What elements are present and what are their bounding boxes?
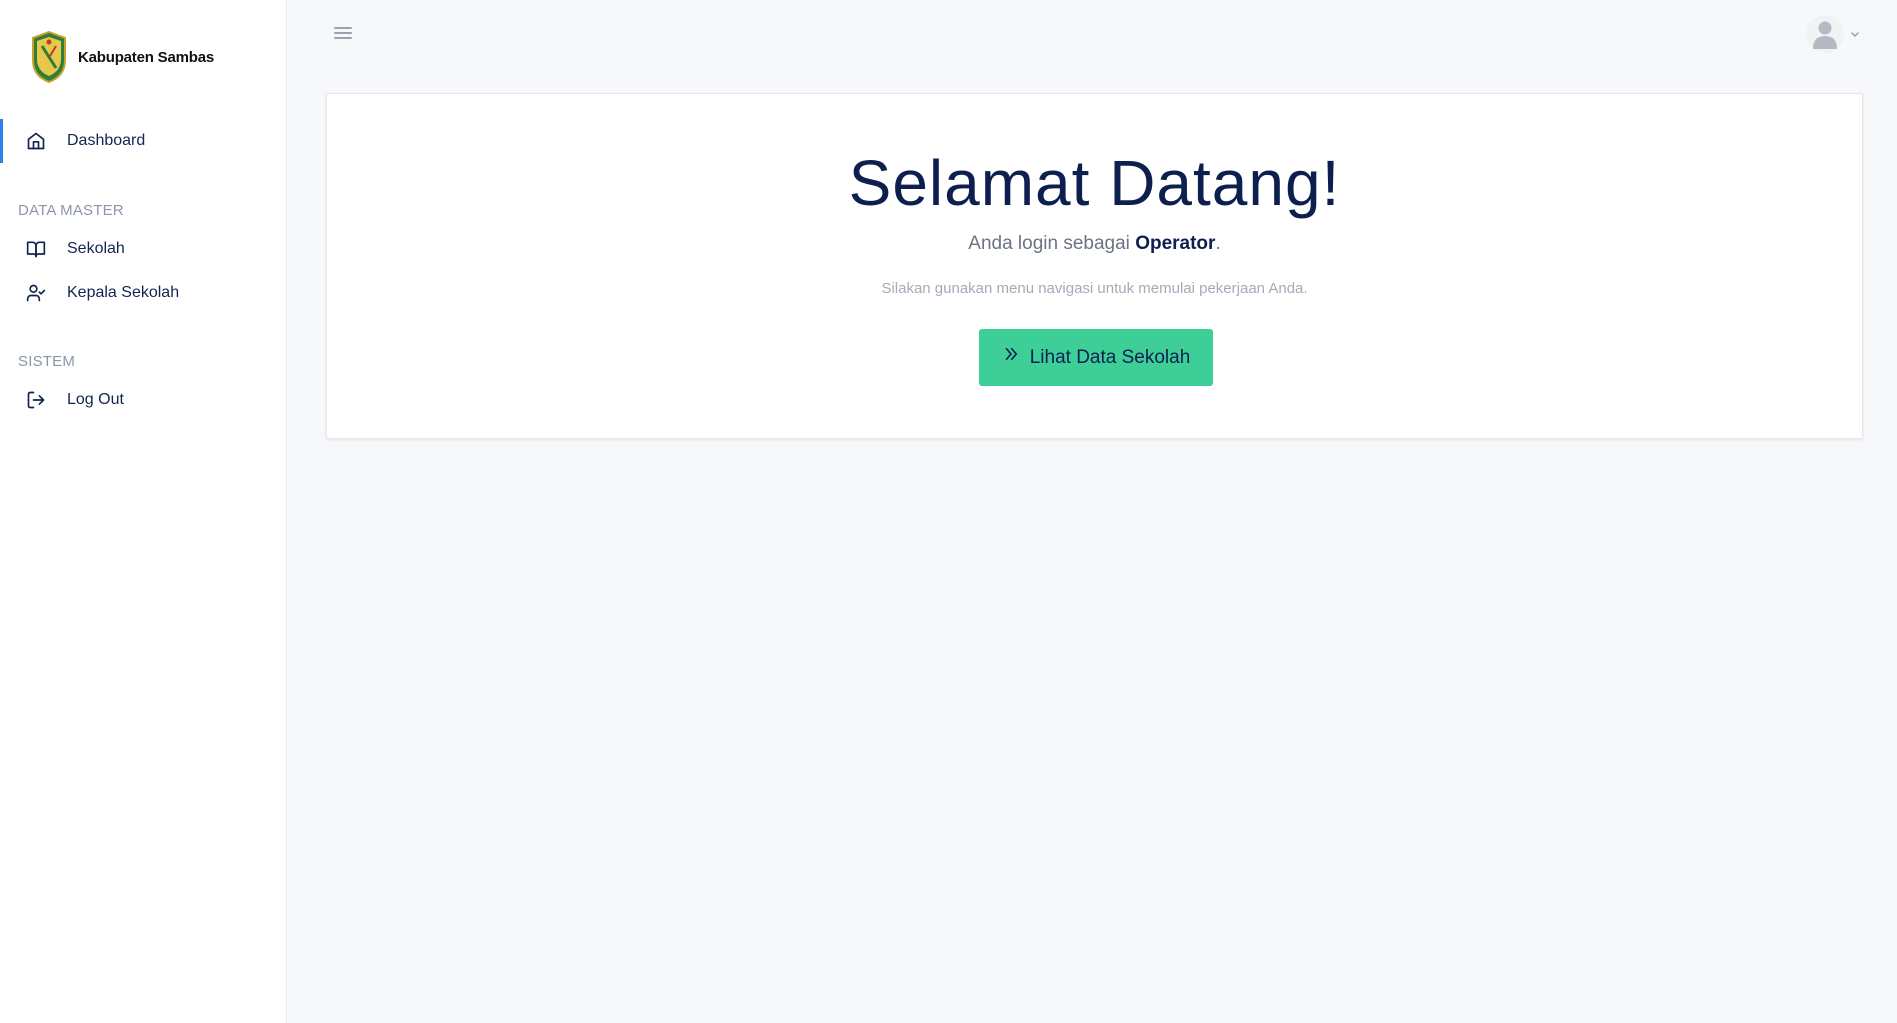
sidebar-item-kepala-sekolah[interactable]: Kepala Sekolah bbox=[0, 271, 287, 315]
role-name: Operator bbox=[1135, 233, 1216, 254]
login-role-text: Anda login sebagai Operator. bbox=[327, 233, 1862, 255]
brand[interactable]: Kabupaten Sambas bbox=[30, 30, 214, 84]
sidebar-item-label: Sekolah bbox=[67, 240, 125, 257]
page-title: Selamat Datang! bbox=[848, 147, 1341, 219]
sidebar-item-sekolah[interactable]: Sekolah bbox=[0, 227, 287, 271]
view-schools-button[interactable]: Lihat Data Sekolah bbox=[979, 329, 1213, 386]
section-title-sistem: SISTEM bbox=[18, 353, 76, 370]
welcome-hint: Silakan gunakan menu navigasi untuk memu… bbox=[881, 280, 1308, 297]
sidebar-item-label: Kepala Sekolah bbox=[67, 284, 180, 301]
role-prefix: Anda login sebagai bbox=[968, 233, 1136, 254]
kabupaten-sambas-crest-icon bbox=[32, 30, 66, 84]
view-schools-label: Lihat Data Sekolah bbox=[1029, 346, 1191, 368]
sidebar-item-dashboard[interactable]: Dashboard bbox=[0, 119, 287, 163]
welcome-card: Selamat Datang! Anda login sebagai Opera… bbox=[326, 93, 1863, 439]
user-avatar-icon bbox=[1806, 15, 1844, 53]
book-open-icon bbox=[26, 241, 46, 258]
log-out-icon bbox=[27, 391, 45, 409]
chevron-down-icon bbox=[1851, 32, 1859, 38]
section-title-data-master: DATA MASTER bbox=[18, 202, 124, 219]
sidebar-item-label: Log Out bbox=[67, 391, 124, 408]
sidebar-item-log-out[interactable]: Log Out bbox=[0, 378, 287, 422]
brand-name: Kabupaten Sambas bbox=[78, 48, 215, 66]
home-icon bbox=[27, 132, 45, 150]
user-menu[interactable] bbox=[1806, 14, 1862, 54]
menu-icon[interactable] bbox=[333, 24, 353, 42]
sidebar: Kabupaten Sambas Dashboard DATA MASTER S… bbox=[0, 0, 287, 1023]
chevrons-right-icon bbox=[1005, 347, 1017, 360]
role-suffix: . bbox=[1215, 233, 1221, 254]
sidebar-item-label: Dashboard bbox=[67, 132, 146, 149]
user-check-icon bbox=[26, 284, 46, 302]
